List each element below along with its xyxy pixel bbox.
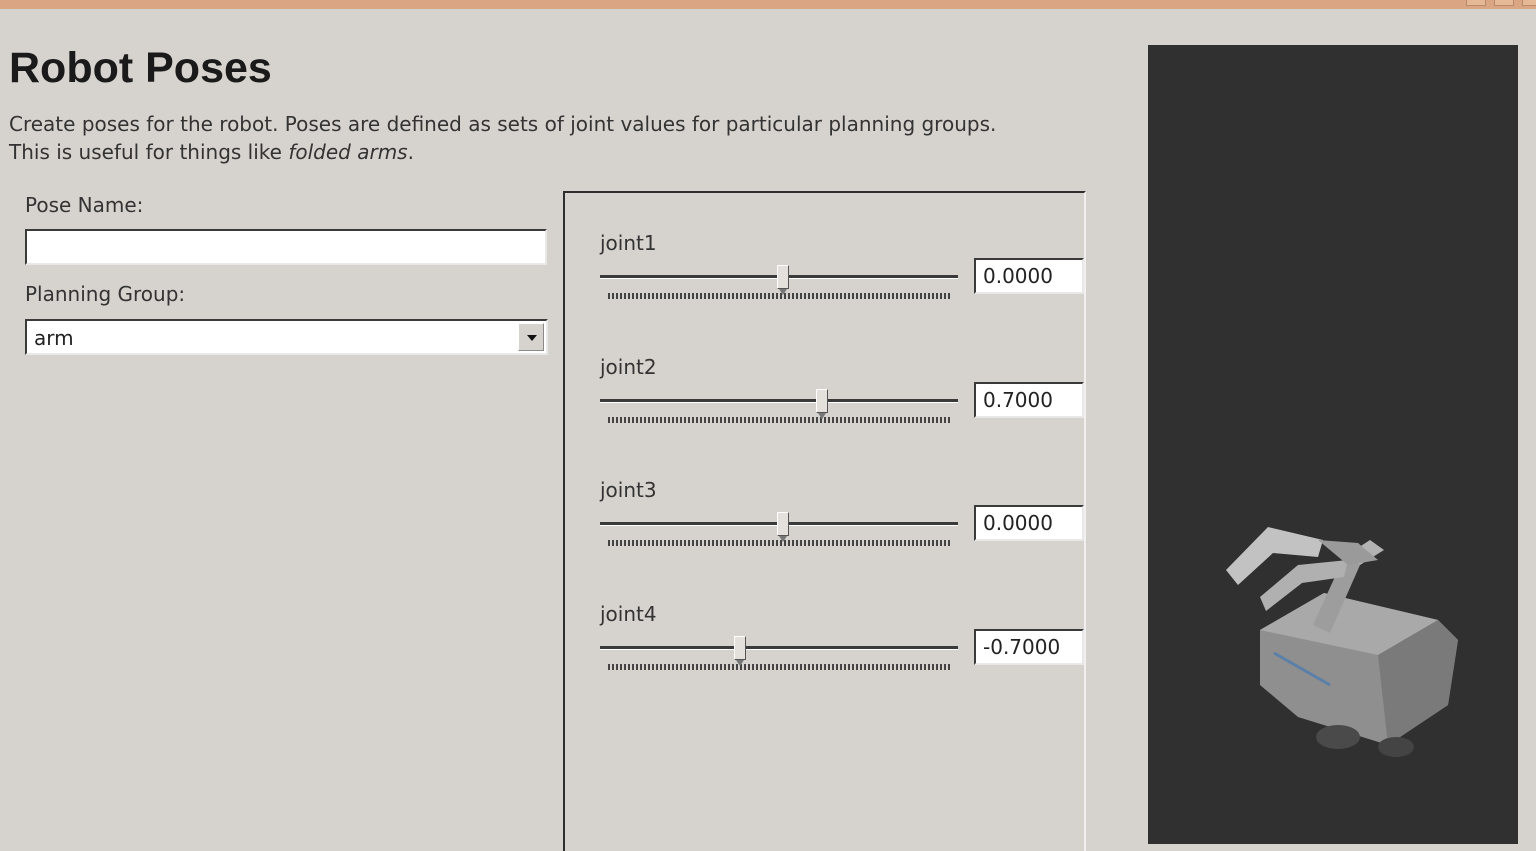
joint-slider[interactable] [600, 385, 958, 425]
joint-value-input[interactable]: -0.7000 [974, 629, 1084, 665]
window-titlebar[interactable] [0, 0, 1536, 9]
robot-wheel [1316, 725, 1360, 749]
description-line-2-text: This is useful for things like [9, 140, 289, 164]
joint-row: joint1 0.0000 [565, 231, 1086, 341]
maximize-icon[interactable] [1494, 0, 1514, 6]
pose-name-label: Pose Name: [25, 193, 144, 217]
joint-slider[interactable] [600, 261, 958, 301]
pose-name-input[interactable] [25, 229, 547, 265]
description-emphasis: folded arms [288, 140, 408, 164]
joint-row: joint2 0.7000 [565, 355, 1086, 465]
slider-track [600, 399, 958, 403]
chevron-down-icon[interactable] [518, 323, 544, 351]
description-line-2-end: . [407, 140, 414, 164]
slider-handle[interactable] [776, 265, 789, 295]
description-line-1: Create poses for the robot. Poses are de… [9, 112, 997, 136]
robot-model-render [1226, 527, 1458, 757]
joint-row: joint3 0.0000 [565, 478, 1086, 588]
planning-group-label: Planning Group: [25, 282, 186, 306]
robot-wheel [1378, 737, 1414, 757]
slider-handle[interactable] [776, 512, 789, 542]
description-line-2: This is useful for things like folded ar… [9, 138, 1129, 166]
joint-row: joint4 -0.7000 [565, 602, 1086, 712]
close-icon[interactable] [1522, 0, 1536, 6]
minimize-icon[interactable] [1466, 0, 1486, 6]
slider-ticks [608, 417, 950, 423]
planning-group-select[interactable]: arm [25, 319, 548, 355]
joint-value-input[interactable]: 0.0000 [974, 505, 1084, 541]
joint-label: joint2 [600, 355, 657, 379]
joint-slider[interactable] [600, 632, 958, 672]
joint-label: joint4 [600, 602, 657, 626]
joint-value-input[interactable]: 0.7000 [974, 382, 1084, 418]
joint-label: joint1 [600, 231, 657, 255]
robot-3d-viewport[interactable] [1148, 45, 1518, 844]
slider-handle[interactable] [815, 389, 828, 419]
joint-values-panel: joint1 0.0000 joint2 0.7000 joint3 0.000… [563, 191, 1086, 851]
joint-label: joint3 [600, 478, 657, 502]
slider-ticks [608, 664, 950, 670]
slider-track [600, 646, 958, 650]
joint-slider[interactable] [600, 508, 958, 548]
slider-handle[interactable] [733, 636, 746, 666]
joint-value-input[interactable]: 0.0000 [974, 258, 1084, 294]
page-description: Create poses for the robot. Poses are de… [9, 110, 1129, 166]
page-title: Robot Poses [9, 44, 272, 92]
planning-group-value: arm [34, 326, 74, 350]
